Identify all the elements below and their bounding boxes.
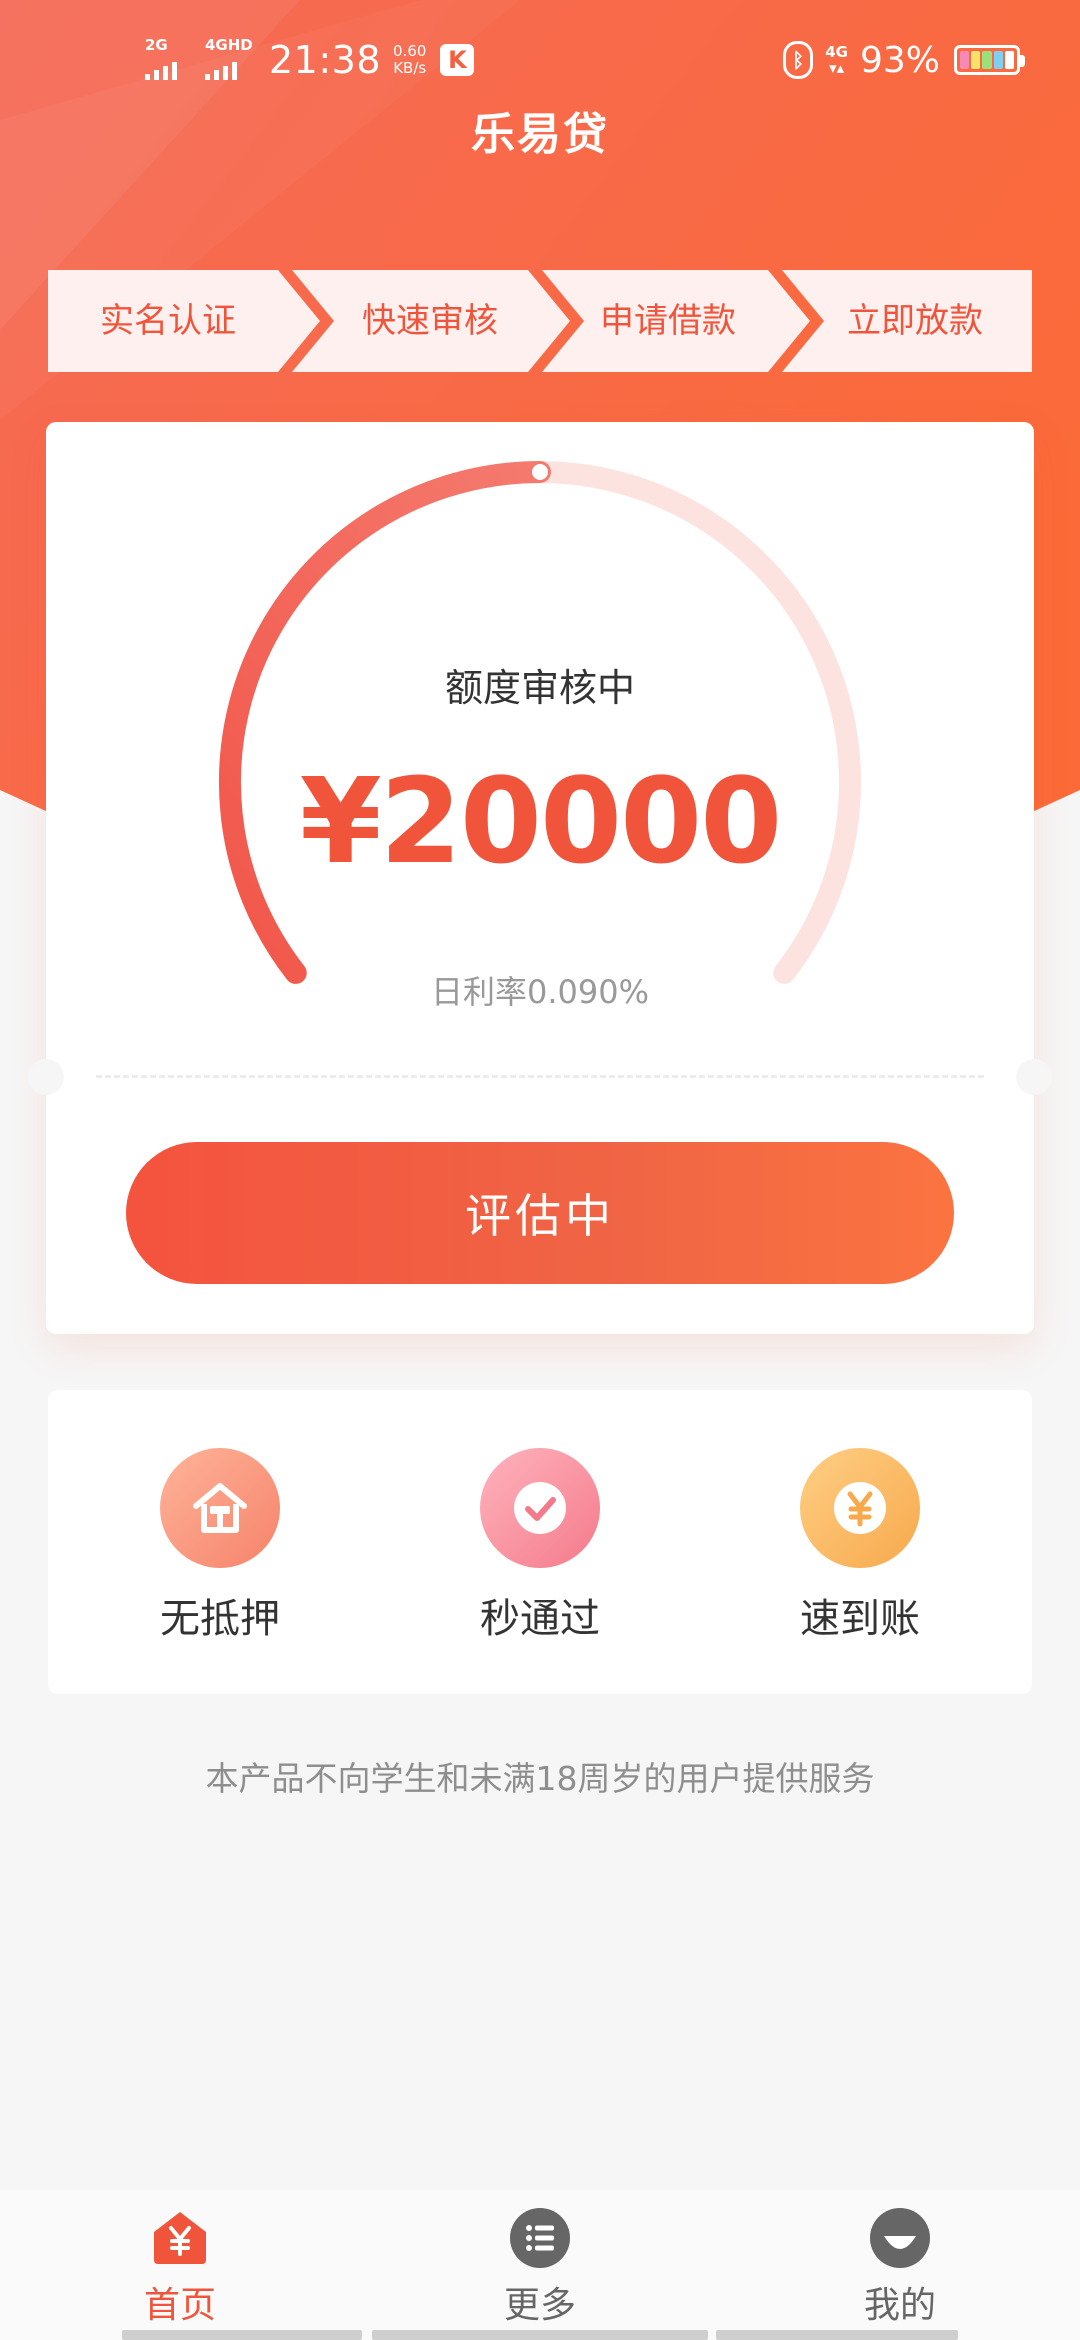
battery-icon <box>954 45 1025 75</box>
step-1: 实名认证 <box>100 301 236 341</box>
profile-icon <box>870 2208 930 2268</box>
limit-gauge <box>218 461 861 984</box>
feature-label: 速到账 <box>800 1596 920 1642</box>
step-4: 立即放款 <box>847 301 983 341</box>
signal-4g-icon: 4GHD <box>205 38 255 82</box>
signal-2g-icon: 2G <box>145 38 195 82</box>
app-screen: 2G 4GHD 21:38 0.60 KB/s K ᛒ 4G ▾▴ 93% 乐易… <box>0 0 1080 2340</box>
nav-mine[interactable]: 我的 <box>800 2208 1000 2328</box>
yen-icon <box>800 1448 920 1568</box>
age-disclaimer: 本产品不向学生和未满18周岁的用户提供服务 <box>205 1759 875 1798</box>
gauge-knob <box>532 464 548 480</box>
card-notch-right <box>1016 1059 1052 1095</box>
battery-percent: 93% <box>859 39 940 81</box>
k-app-badge-icon: K <box>440 44 475 76</box>
step-3: 申请借款 <box>600 301 736 341</box>
gesture-bar-right <box>716 2330 958 2340</box>
network-speed: 0.60 KB/s <box>393 42 427 77</box>
credit-amount: ¥20000 <box>299 752 783 890</box>
nav-label: 首页 <box>143 2285 216 2326</box>
clock: 21:38 <box>269 38 382 82</box>
bottom-nav: 首页 更多 我的 <box>0 2190 1080 2340</box>
list-icon <box>510 2208 570 2268</box>
assessing-button[interactable]: 评估中 <box>126 1142 954 1284</box>
feature-label: 无抵押 <box>160 1596 280 1642</box>
feature-no-collateral: 无抵押 <box>100 1448 340 1644</box>
nav-label: 更多 <box>503 2285 576 2326</box>
feature-label: 秒通过 <box>480 1596 600 1642</box>
check-icon <box>480 1448 600 1568</box>
feature-fast-payout: 速到账 <box>740 1448 980 1644</box>
gauge-progress <box>218 461 551 984</box>
network-4g-icon: 4G ▾▴ <box>825 43 848 77</box>
card-notch-left <box>28 1059 64 1095</box>
home-yen-icon <box>150 2208 210 2268</box>
feature-instant-approval: 秒通过 <box>420 1448 660 1644</box>
daily-rate: 日利率0.090% <box>430 973 650 1011</box>
house-icon <box>160 1448 280 1568</box>
nav-home[interactable]: 首页 <box>80 2208 280 2328</box>
gesture-bar-center <box>372 2330 708 2340</box>
features-card: 无抵押 秒通过 速到账 <box>48 1390 1032 1694</box>
bluetooth-icon: ᛒ <box>783 41 814 79</box>
process-steps: 实名认证 快速审核 申请借款 立即放款 <box>48 270 1032 372</box>
nav-label: 我的 <box>863 2285 936 2326</box>
step-2: 快速审核 <box>362 301 498 341</box>
divider <box>96 1075 984 1078</box>
credit-limit-card: 额度审核中 ¥20000 日利率0.090% 评估中 <box>28 422 1052 1334</box>
app-title: 乐易贷 <box>471 109 609 160</box>
gesture-bar-left <box>122 2330 362 2340</box>
review-status: 额度审核中 <box>444 666 635 710</box>
nav-more[interactable]: 更多 <box>440 2208 640 2328</box>
